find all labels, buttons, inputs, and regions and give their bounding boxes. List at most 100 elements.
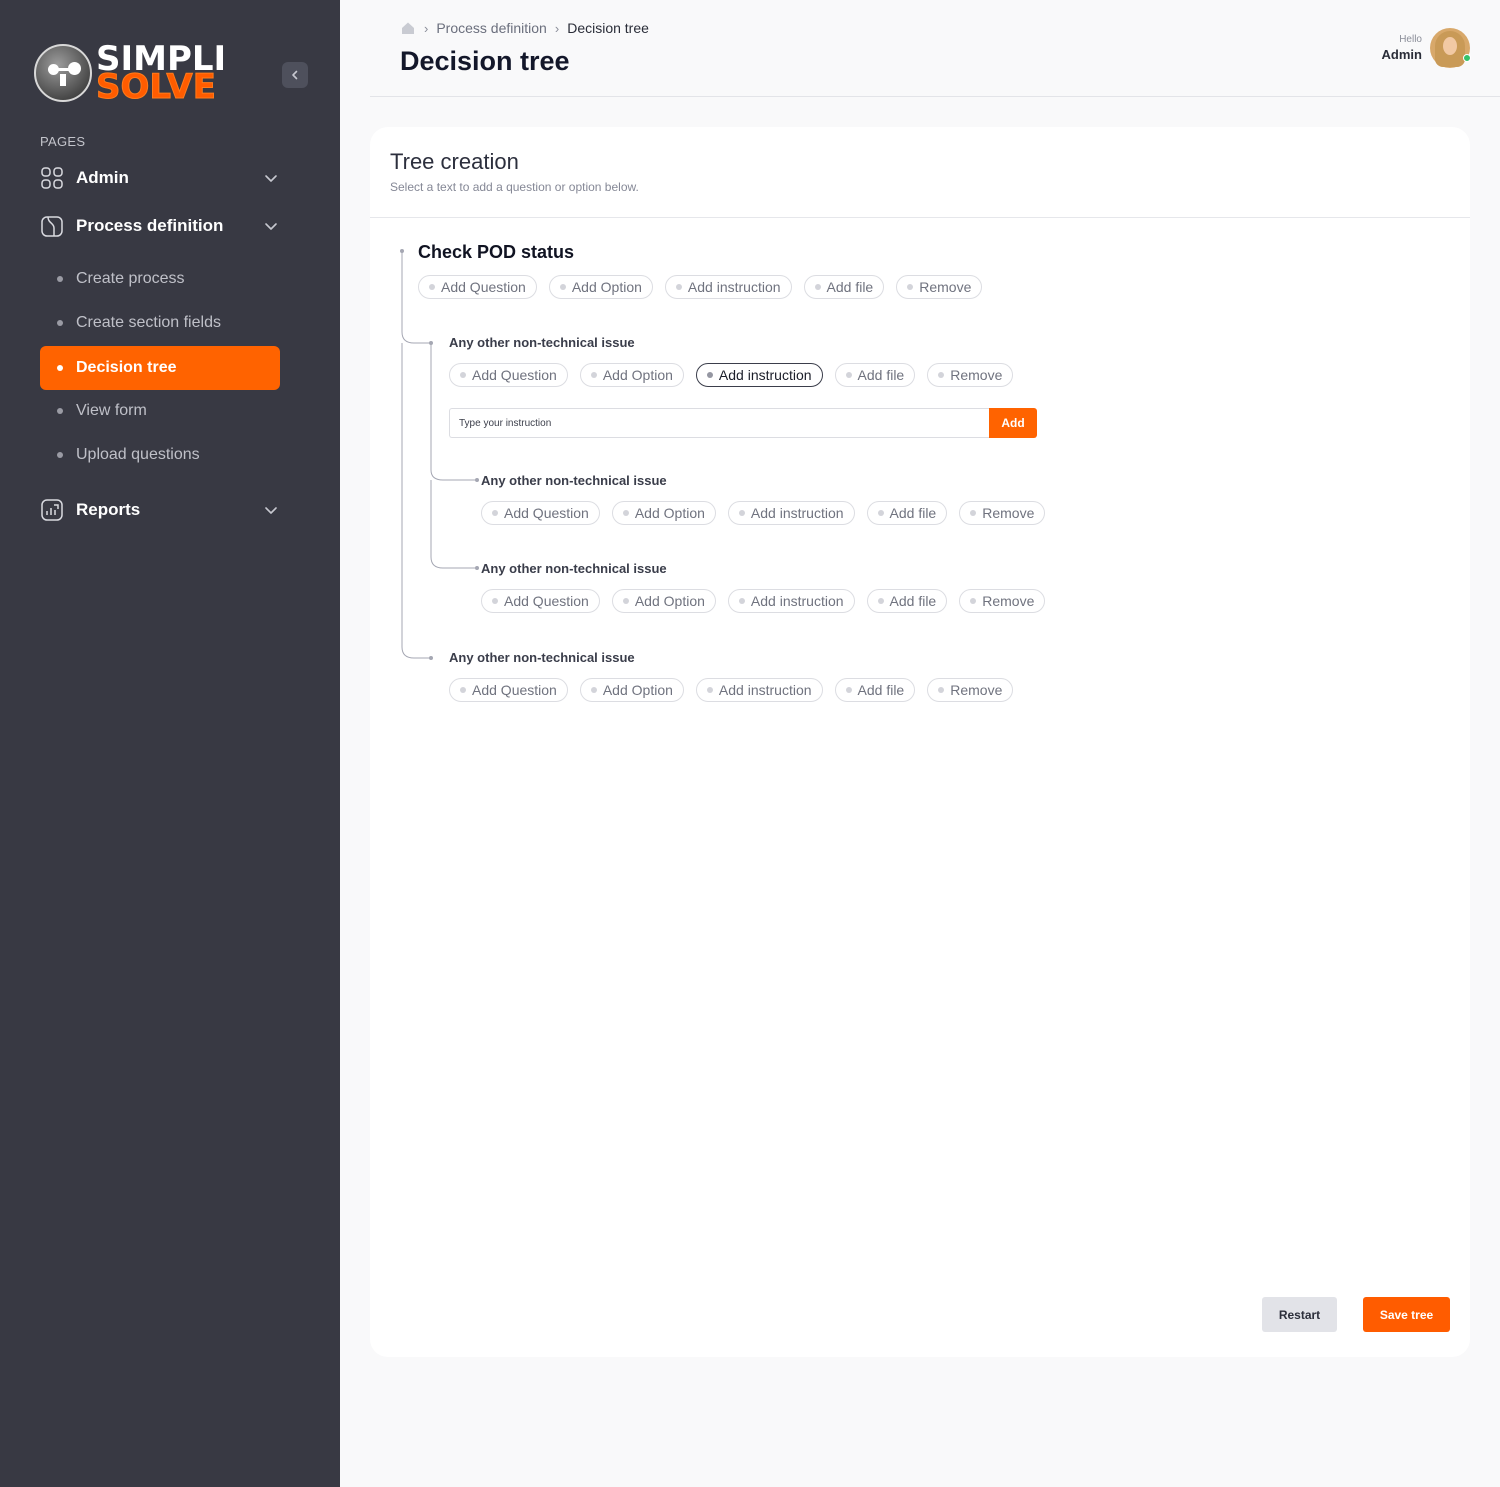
- chevron-right-icon: ›: [424, 20, 429, 36]
- document-icon: [40, 214, 64, 238]
- add-option-button[interactable]: Add Option: [611, 589, 716, 613]
- chevron-down-icon[interactable]: [262, 501, 280, 519]
- add-instruction-button[interactable]: Add instruction: [727, 589, 855, 613]
- sidebar-group-process-definition[interactable]: Process definition: [40, 210, 280, 242]
- plus-icon: [877, 510, 884, 516]
- add-file-button[interactable]: Add file: [803, 275, 885, 299]
- plus-icon: [492, 510, 498, 516]
- plus-icon: [845, 372, 852, 378]
- remove-button[interactable]: Remove: [896, 275, 983, 299]
- sidebar-item-upload-questions[interactable]: Upload questions: [40, 433, 280, 477]
- save-tree-button[interactable]: Save tree: [1363, 1297, 1450, 1332]
- plus-icon: [460, 687, 466, 693]
- add-option-button[interactable]: Add Option: [579, 678, 684, 702]
- tree-node-label[interactable]: Any other non-technical issue: [449, 650, 635, 665]
- remove-button[interactable]: Remove: [927, 363, 1014, 387]
- plus-icon: [492, 598, 498, 604]
- node-action-row: Add Question Add Option Add instruction …: [481, 589, 1046, 613]
- sidebar: SIMPLI SOLVE PAGES Admin Process definit…: [0, 0, 340, 1487]
- online-status-icon: [1463, 54, 1471, 62]
- user-menu[interactable]: Hello Admin: [1382, 28, 1471, 68]
- sidebar-group-label: Admin: [76, 168, 129, 187]
- breadcrumb-link[interactable]: Process definition: [436, 20, 547, 36]
- add-instruction-submit-button[interactable]: Add: [989, 408, 1037, 438]
- add-question-button[interactable]: Add Question: [449, 363, 568, 387]
- sidebar-item-label: Decision tree: [76, 359, 177, 376]
- add-instruction-button[interactable]: Add instruction: [695, 678, 823, 702]
- bullet-icon: [57, 452, 63, 458]
- add-option-button[interactable]: Add Option: [579, 363, 684, 387]
- page-title: Decision tree: [400, 46, 570, 76]
- chevron-down-icon[interactable]: [262, 217, 280, 235]
- sidebar-group-label: Reports: [76, 500, 141, 519]
- tree-node-label[interactable]: Any other non-technical issue: [481, 561, 667, 576]
- plus-icon: [559, 284, 566, 290]
- add-question-button[interactable]: Add Question: [481, 501, 600, 525]
- breadcrumb: › Process definition › Decision tree: [400, 19, 649, 37]
- instruction-input-group: Type your instruction Add: [449, 408, 1037, 438]
- chevron-right-icon: ›: [554, 20, 560, 36]
- add-question-button[interactable]: Add Question: [449, 678, 568, 702]
- add-question-button[interactable]: Add Question: [418, 275, 537, 299]
- plus-icon: [590, 372, 597, 378]
- tree-root-label[interactable]: Check POD status: [418, 242, 574, 263]
- remove-icon: [970, 598, 977, 604]
- tree-creation-card: Tree creation Select a text to add a que…: [370, 127, 1470, 1357]
- root-action-row: Add Question Add Option Add instruction …: [418, 275, 983, 299]
- bullet-icon: [57, 276, 63, 282]
- plus-icon: [706, 687, 713, 693]
- add-instruction-button[interactable]: Add instruction: [727, 501, 855, 525]
- remove-icon: [938, 372, 945, 378]
- card-subtitle: Select a text to add a question or optio…: [390, 180, 639, 194]
- add-option-button[interactable]: Add Option: [611, 501, 716, 525]
- bullet-icon: [57, 320, 63, 326]
- pages-section-label: PAGES: [40, 134, 86, 149]
- add-file-button[interactable]: Add file: [866, 501, 948, 525]
- node-action-row: Add Question Add Option Add instruction …: [449, 363, 1014, 387]
- sidebar-group-admin[interactable]: Admin: [40, 162, 280, 194]
- tree-node-label[interactable]: Any other non-technical issue: [481, 473, 667, 488]
- restart-button[interactable]: Restart: [1262, 1297, 1337, 1332]
- remove-button[interactable]: Remove: [959, 501, 1046, 525]
- add-file-button[interactable]: Add file: [834, 363, 916, 387]
- bullet-icon: [57, 408, 63, 414]
- bullet-icon: [57, 365, 63, 371]
- sidebar-item-create-section-fields[interactable]: Create section fields: [40, 301, 280, 345]
- chevron-left-icon: [292, 70, 298, 80]
- add-question-button[interactable]: Add Question: [481, 589, 600, 613]
- instruction-input[interactable]: Type your instruction: [449, 408, 989, 438]
- remove-icon: [938, 687, 945, 693]
- add-file-button[interactable]: Add file: [866, 589, 948, 613]
- plus-icon: [675, 284, 682, 290]
- home-icon[interactable]: [400, 20, 416, 36]
- greeting-text: Hello: [1399, 34, 1422, 45]
- breadcrumb-current: Decision tree: [567, 20, 649, 36]
- plus-icon: [429, 284, 435, 290]
- logo-text-bottom: SOLVE: [96, 67, 217, 107]
- card-title: Tree creation: [390, 149, 519, 174]
- remove-button[interactable]: Remove: [927, 678, 1014, 702]
- add-option-button[interactable]: Add Option: [548, 275, 653, 299]
- tree-node-label[interactable]: Any other non-technical issue: [449, 335, 635, 350]
- plus-icon: [877, 598, 884, 604]
- collapse-sidebar-button[interactable]: [282, 62, 308, 88]
- card-divider: [370, 217, 1470, 218]
- sidebar-group-reports[interactable]: Reports: [40, 494, 280, 526]
- remove-button[interactable]: Remove: [959, 589, 1046, 613]
- plus-icon: [845, 687, 852, 693]
- sidebar-item-decision-tree[interactable]: Decision tree: [40, 346, 280, 390]
- add-instruction-button[interactable]: Add instruction: [664, 275, 792, 299]
- add-file-button[interactable]: Add file: [834, 678, 916, 702]
- plus-icon: [706, 372, 713, 378]
- sidebar-item-view-form[interactable]: View form: [40, 389, 280, 433]
- add-instruction-button[interactable]: Add instruction: [695, 363, 823, 387]
- simplisolve-logo[interactable]: SIMPLI SOLVE: [34, 42, 234, 107]
- grid-icon: [40, 166, 64, 190]
- chevron-down-icon[interactable]: [262, 169, 280, 187]
- logo-mark-icon: [34, 44, 92, 102]
- sidebar-item-create-process[interactable]: Create process: [40, 257, 280, 301]
- node-action-row: Add Question Add Option Add instruction …: [449, 678, 1014, 702]
- avatar[interactable]: [1430, 28, 1471, 68]
- remove-icon: [907, 284, 914, 290]
- plus-icon: [590, 687, 597, 693]
